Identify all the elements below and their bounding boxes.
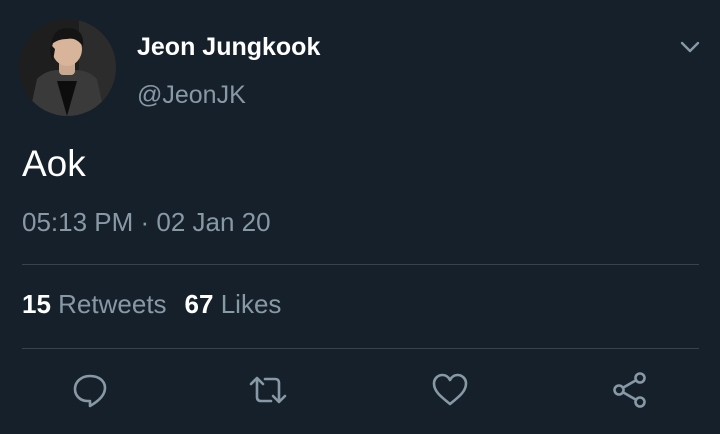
divider <box>22 264 699 265</box>
author-handle[interactable]: @JeonJK <box>137 81 246 110</box>
avatar[interactable] <box>19 19 116 116</box>
reply-icon[interactable] <box>70 370 110 410</box>
divider <box>22 348 699 349</box>
tweet-stats: 15 Retweets 67 Likes <box>22 289 281 320</box>
author-display-name[interactable]: Jeon Jungkook <box>137 33 320 62</box>
share-icon[interactable] <box>610 370 650 410</box>
retweets-count: 15 <box>22 289 51 319</box>
avatar-image <box>19 19 116 116</box>
likes-count: 67 <box>184 289 214 319</box>
likes-label: Likes <box>220 289 282 319</box>
retweets-stat[interactable]: 15 Retweets <box>22 289 167 320</box>
chevron-down-icon[interactable] <box>676 33 704 61</box>
likes-stat[interactable]: 67 Likes <box>185 289 282 320</box>
heart-icon[interactable] <box>430 370 470 410</box>
tweet-text: Aok <box>22 143 86 184</box>
retweet-icon[interactable] <box>248 370 288 410</box>
tweet-timestamp: 05:13 PM · 02 Jan 20 <box>22 207 271 237</box>
retweets-label: Retweets <box>58 289 167 319</box>
tweet-detail: Jeon Jungkook @JeonJK Aok 05:13 PM · 02 … <box>0 0 720 434</box>
